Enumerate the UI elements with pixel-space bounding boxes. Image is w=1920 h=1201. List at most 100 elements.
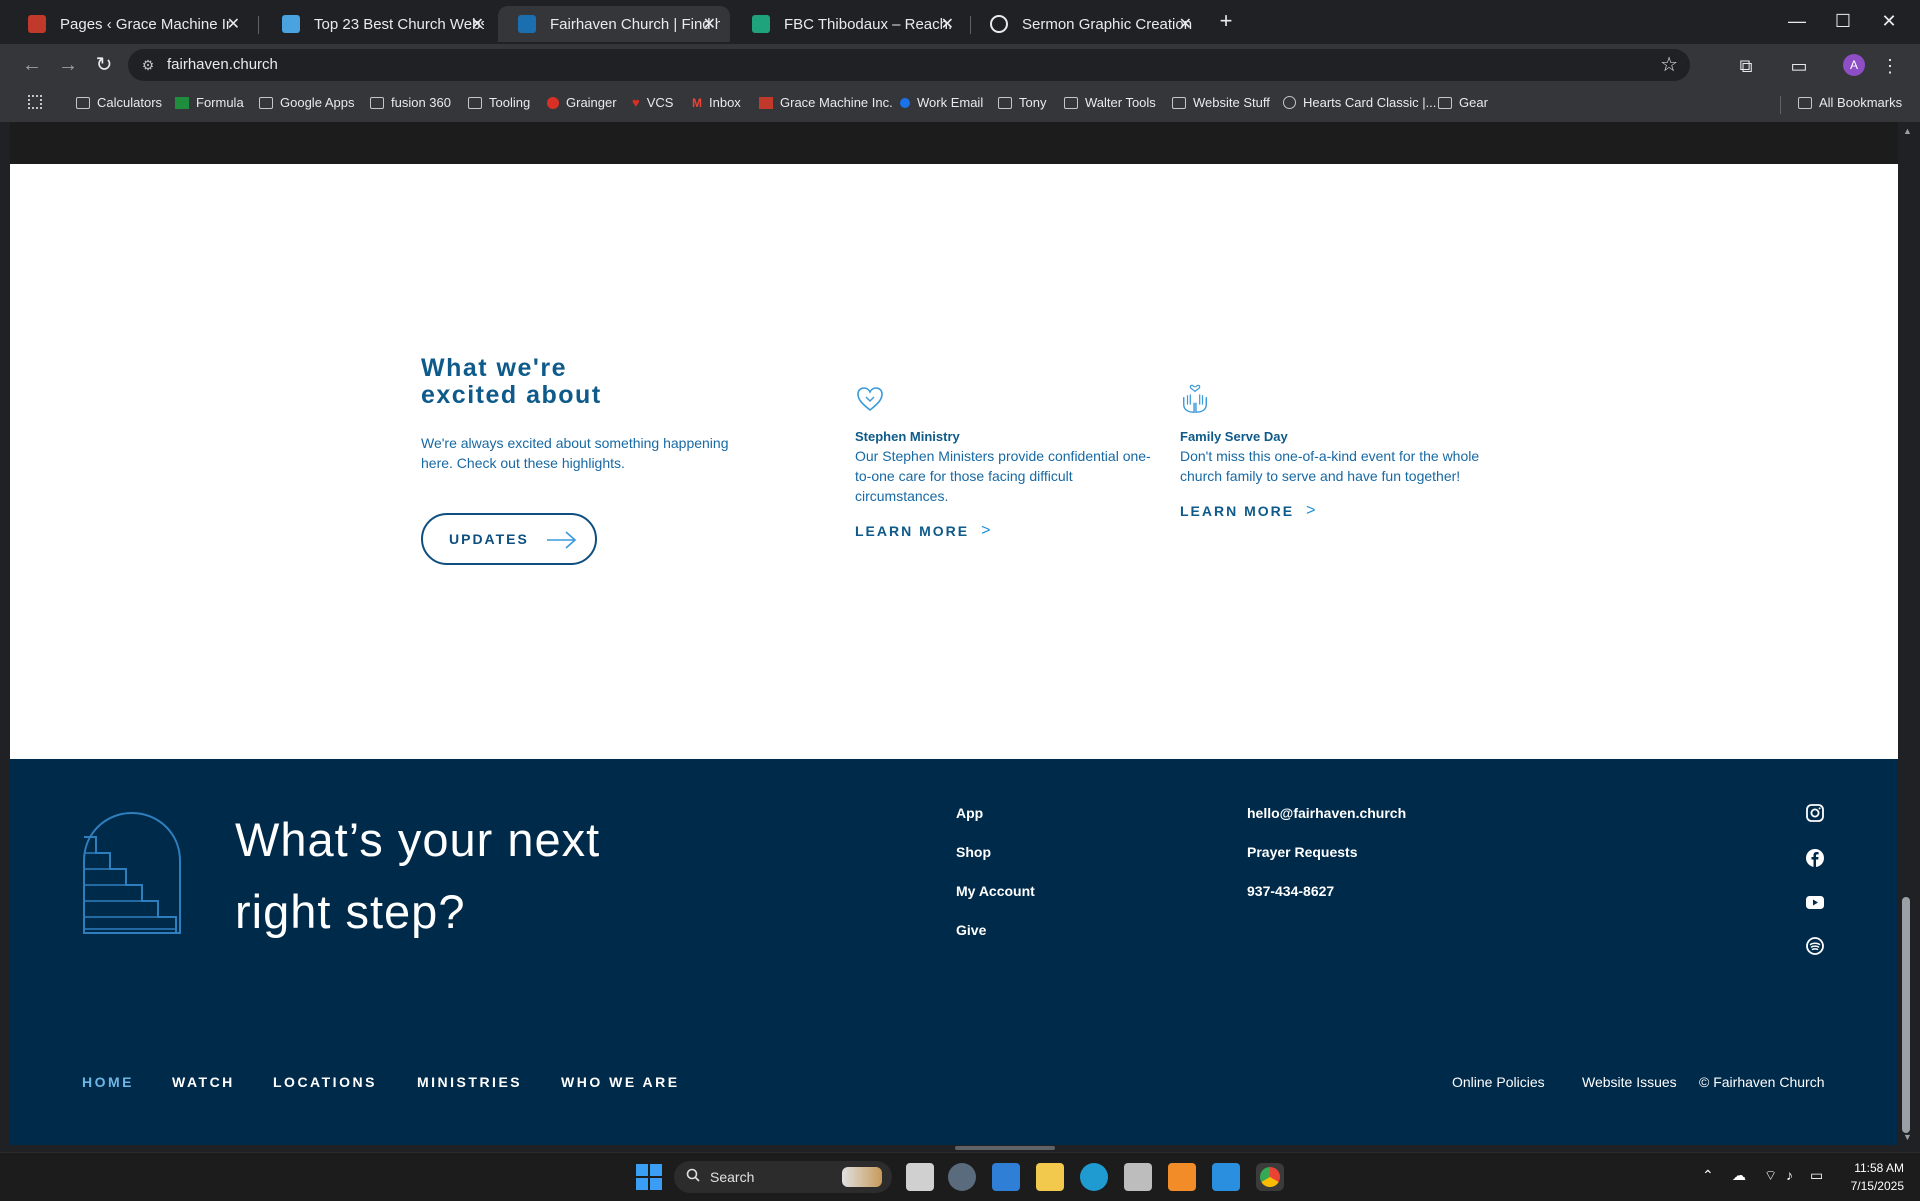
chrome-taskbar-button[interactable] <box>1256 1163 1284 1191</box>
podcast-icon[interactable] <box>1805 936 1825 956</box>
folder-icon <box>370 96 384 109</box>
bookmark-inbox[interactable]: M Inbox <box>692 95 741 110</box>
close-window-button[interactable]: ✕ <box>1869 6 1909 36</box>
section-title-line-2: excited about <box>421 381 602 409</box>
bookmark-walter-tools[interactable]: Walter Tools <box>1064 95 1156 110</box>
footer-link-shop[interactable]: Shop <box>956 844 991 860</box>
footer-link-give[interactable]: Give <box>956 922 986 938</box>
youtube-icon[interactable] <box>1805 892 1825 912</box>
file-explorer-icon[interactable] <box>1036 1163 1064 1191</box>
apps-grid-icon[interactable] <box>28 95 42 109</box>
folder-icon <box>468 96 482 109</box>
extensions-icon[interactable]: ⧉ <box>1733 53 1759 79</box>
bookmark-tony[interactable]: Tony <box>998 95 1046 110</box>
horizontal-scrollbar[interactable] <box>10 1145 1898 1151</box>
footer-phone-link[interactable]: 937-434-8627 <box>1247 883 1334 899</box>
updates-button[interactable]: UPDATES <box>421 513 597 565</box>
close-tab-icon[interactable]: ✕ <box>1179 14 1192 34</box>
footer-link-app[interactable]: App <box>956 805 983 821</box>
onedrive-icon[interactable]: ☁ <box>1732 1167 1746 1184</box>
card-title: Stephen Ministry <box>855 429 960 444</box>
footer-link-website-issues[interactable]: Website Issues <box>1582 1074 1677 1090</box>
scrollbar-thumb[interactable] <box>1902 897 1910 1133</box>
back-button[interactable]: ← <box>17 50 47 80</box>
bookmark-tooling[interactable]: Tooling <box>468 95 530 110</box>
new-tab-button[interactable]: + <box>1206 6 1246 36</box>
all-bookmarks[interactable]: All Bookmarks <box>1798 95 1902 110</box>
facebook-icon[interactable] <box>1805 848 1825 868</box>
instagram-icon[interactable] <box>1805 803 1825 823</box>
learn-more-link[interactable]: LEARN MORE > <box>1180 502 1480 520</box>
bookmark-work-email[interactable]: Work Email <box>900 95 983 110</box>
vscode-icon[interactable] <box>1212 1163 1240 1191</box>
menu-icon[interactable]: ⋮ <box>1877 53 1903 79</box>
wifi-icon[interactable]: ⌔ <box>1764 1167 1777 1185</box>
address-bar[interactable]: ⚙ fairhaven.church ☆ <box>128 49 1690 81</box>
heart-hands-icon <box>857 387 883 412</box>
bookmark-star-icon[interactable]: ☆ <box>1660 52 1678 77</box>
bookmark-grainger[interactable]: Grainger <box>547 95 617 110</box>
taskbar-time[interactable]: 11:58 AM <box>1846 1161 1904 1175</box>
tab-fbc-thibodaux[interactable]: FBC Thibodaux – Reach. Equip. ✕ <box>732 6 968 42</box>
settings-icon[interactable] <box>948 1163 976 1191</box>
close-tab-icon[interactable]: ✕ <box>227 14 240 34</box>
footer-link-online-policies[interactable]: Online Policies <box>1452 1074 1545 1090</box>
footer-email-link[interactable]: hello@fairhaven.church <box>1247 805 1406 821</box>
minimize-button[interactable]: — <box>1777 6 1817 36</box>
scroll-up-arrow-icon[interactable]: ▲ <box>1903 126 1912 136</box>
search-icon <box>686 1168 700 1182</box>
close-tab-icon[interactable]: ✕ <box>471 14 484 34</box>
scroll-down-arrow-icon[interactable]: ▼ <box>1903 1132 1912 1142</box>
bookmark-fusion-360[interactable]: fusion 360 <box>370 95 451 110</box>
bookmark-formula[interactable]: Formula <box>175 95 244 110</box>
bookmark-grace-machine[interactable]: Grace Machine Inc. <box>759 95 893 110</box>
tab-sermon-graphic[interactable]: Sermon Graphic Creation ✕ <box>970 6 1206 42</box>
bookmark-vcs[interactable]: ♥ VCS <box>632 95 673 110</box>
bookmark-hearts-card-classic[interactable]: Hearts Card Classic |... <box>1283 95 1436 110</box>
learn-more-link[interactable]: LEARN MORE > <box>855 522 1155 540</box>
tab-fairhaven-church[interactable]: Fairhaven Church | Find hope. ✕ <box>498 6 730 42</box>
search-label: Search <box>710 1169 755 1185</box>
taskbar-date[interactable]: 7/15/2025 <box>1840 1179 1904 1193</box>
bookmark-calculators[interactable]: Calculators <box>76 95 162 110</box>
maximize-button[interactable]: ☐ <box>1823 6 1863 36</box>
footer-link-my-account[interactable]: My Account <box>956 883 1035 899</box>
photos-icon[interactable] <box>992 1163 1020 1191</box>
site-info-icon[interactable]: ⚙ <box>138 55 158 75</box>
battery-icon[interactable]: ▭ <box>1810 1167 1823 1184</box>
footer-link-prayer-requests[interactable]: Prayer Requests <box>1247 844 1358 860</box>
close-tab-icon[interactable]: ✕ <box>941 14 954 34</box>
windows-start-icon[interactable] <box>636 1164 662 1190</box>
tab-title: Pages ‹ Grace Machine Inc. — W <box>60 15 230 33</box>
show-hidden-icons-chevron-icon[interactable]: ⌃ <box>1702 1167 1714 1184</box>
close-tab-icon[interactable]: ✕ <box>703 14 716 34</box>
tab-top-church-websites[interactable]: Top 23 Best Church Websites of ✕ <box>262 6 498 42</box>
chevron-right-icon: > <box>1306 502 1318 519</box>
bookmarks-bar: Calculators Formula Google Apps fusion 3… <box>0 86 1920 123</box>
section-intro: We're always excited about something hap… <box>421 435 729 471</box>
card-family-serve-day: Family Serve Day Don't miss this one-of-… <box>1180 384 1480 520</box>
footer-nav-ministries[interactable]: MINISTRIES <box>417 1074 522 1090</box>
windows-taskbar: Search ⌃ ☁ ⌔ ♪ ▭ 11:58 AM 7/15/2025 <box>0 1152 1920 1201</box>
profile-avatar[interactable]: A <box>1843 54 1865 76</box>
bookmark-gear[interactable]: Gear <box>1438 95 1488 110</box>
vertical-scrollbar[interactable]: ▲ ▼ <box>1898 122 1920 1145</box>
volume-icon[interactable]: ♪ <box>1786 1167 1793 1183</box>
footer-nav-watch[interactable]: WATCH <box>172 1074 235 1090</box>
app-icon[interactable] <box>1124 1163 1152 1191</box>
bookmark-google-apps[interactable]: Google Apps <box>259 95 354 110</box>
reload-button[interactable]: ↻ <box>89 50 119 80</box>
tab-pages-grace-machine[interactable]: Pages ‹ Grace Machine Inc. — W ✕ <box>8 6 254 42</box>
footer-nav-home[interactable]: HOME <box>82 1074 134 1090</box>
footer-nav-who-we-are[interactable]: WHO WE ARE <box>561 1074 680 1090</box>
task-view-icon[interactable] <box>906 1163 934 1191</box>
horizontal-scrollbar-thumb[interactable] <box>955 1146 1055 1150</box>
flag-icon <box>759 96 773 109</box>
bookmark-website-stuff[interactable]: Website Stuff <box>1172 95 1270 110</box>
fusion-360-icon[interactable] <box>1168 1163 1196 1191</box>
footer-nav-locations[interactable]: LOCATIONS <box>273 1074 377 1090</box>
forward-button[interactable]: → <box>53 50 83 80</box>
taskbar-search-box[interactable]: Search <box>674 1161 892 1193</box>
cast-icon[interactable]: ▭ <box>1786 53 1812 79</box>
edge-icon[interactable] <box>1080 1163 1108 1191</box>
